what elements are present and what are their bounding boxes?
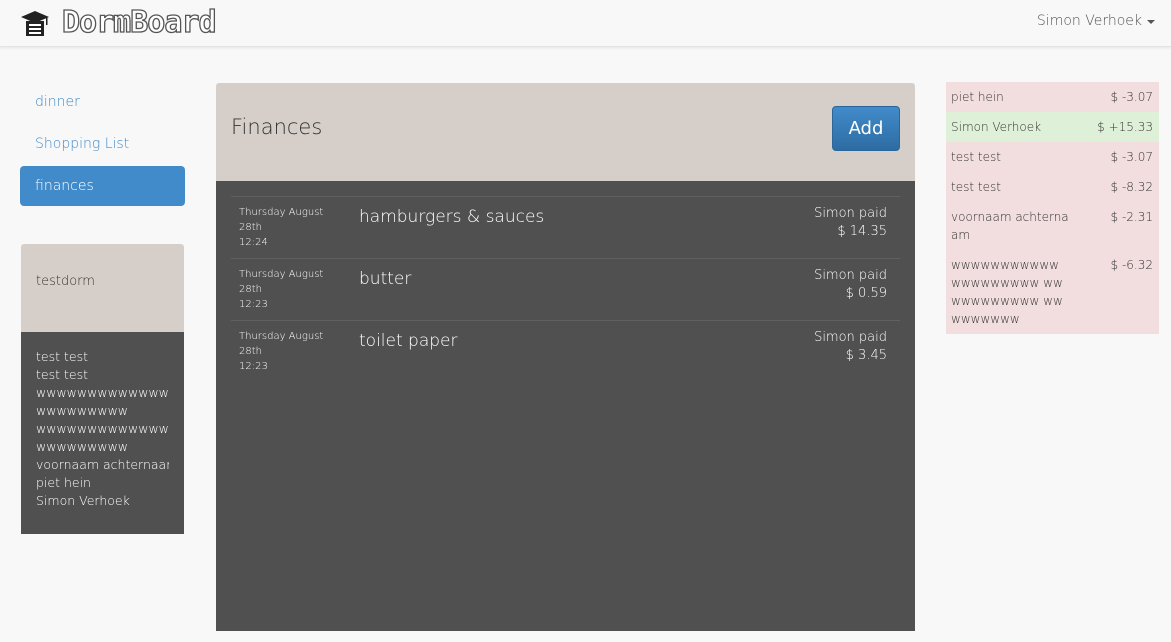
balance-amount: $ -2.31	[1110, 210, 1154, 224]
balance-row: test test $ -3.07	[946, 142, 1159, 172]
balance-name: test test	[951, 180, 1001, 194]
balance-name: voornaam achternaam	[951, 210, 1069, 242]
balance-amount: $ -3.07	[1110, 150, 1154, 164]
balance-row: test test $ -8.32	[946, 172, 1159, 202]
user-name: Simon Verhoek	[1036, 13, 1142, 29]
balance-name: Simon Verhoek	[951, 120, 1042, 134]
transaction-amount: $ 3.45	[845, 348, 887, 363]
transaction-name: hamburgers & sauces	[359, 207, 545, 227]
balance-row: piet hein $ -3.07	[946, 82, 1159, 112]
balance-amount: $ -3.07	[1110, 90, 1154, 104]
transaction-day: 28th	[239, 346, 262, 357]
sidebar-item-shopping-list[interactable]: Shopping List	[20, 124, 185, 164]
transaction-date-text: Thursday August	[239, 269, 324, 280]
balance-row: voornaam achternaam $ -2.31	[946, 202, 1159, 250]
transaction-name: toilet paper	[359, 331, 458, 351]
balance-row: wwwwwwwwwww wwwwwwwww wwwwwwwwwww wwwwww…	[946, 250, 1159, 334]
dorm-member: wwwwwwwww	[36, 403, 129, 418]
dorm-member-list: test test test test wwwwwwwwwwwww wwwwww…	[21, 332, 184, 534]
dorm-member: wwwwwwwww	[36, 439, 129, 454]
transaction-day: 28th	[239, 284, 262, 295]
page-title: Finances	[231, 115, 323, 139]
transaction-date-text: Thursday August	[239, 331, 324, 342]
user-menu-dropdown[interactable]: Simon Verhoek	[1037, 13, 1155, 29]
transaction-date: Thursday August 28th 12:23	[239, 329, 339, 374]
transaction-payer: Simon paid	[814, 268, 887, 283]
transaction-amount: $ 0.59	[845, 286, 887, 301]
navbar: DormBoard Simon Verhoek	[0, 0, 1171, 47]
balance-name: test test	[951, 150, 1001, 164]
transaction-date-text: Thursday August	[239, 207, 324, 218]
transaction-name: butter	[359, 269, 412, 289]
dorm-name: testdorm	[21, 244, 184, 332]
finances-panel: Finances Add Thursday August 28th 12:24 …	[216, 83, 915, 631]
brand-link[interactable]: DormBoard	[20, 4, 217, 41]
transaction-date: Thursday August 28th 12:23	[239, 267, 339, 312]
transaction-date: Thursday August 28th 12:24	[239, 205, 339, 250]
dorm-panel: testdorm test test test test wwwwwwwwwww…	[21, 244, 184, 534]
add-button[interactable]: Add	[832, 106, 900, 151]
graduation-cap-icon	[21, 11, 49, 36]
transaction-row[interactable]: Thursday August 28th 12:23 butter Simon …	[231, 258, 900, 320]
sidebar-item-finances[interactable]: finances	[20, 166, 185, 206]
transaction-payer: Simon paid	[814, 330, 887, 345]
dorm-member: test test	[36, 349, 88, 364]
balance-row: Simon Verhoek $ +15.33	[946, 112, 1159, 142]
dorm-member: wwwwwwwwwwwww	[36, 421, 169, 436]
dorm-member: piet hein	[36, 475, 91, 490]
transaction-payer: Simon paid	[814, 206, 887, 221]
balance-amount: $ -6.32	[1110, 258, 1154, 272]
sidebar-nav: dinner Shopping List finances	[20, 82, 185, 208]
dorm-member: Simon Verhoek	[36, 493, 130, 508]
balance-amount: $ +15.33	[1097, 120, 1153, 134]
sidebar-item-dinner[interactable]: dinner	[20, 82, 185, 122]
balance-amount: $ -8.32	[1110, 180, 1154, 194]
balance-name: wwwwwwwwwww wwwwwwwww wwwwwwwwwww wwwwww…	[951, 258, 1063, 326]
caret-down-icon	[1147, 20, 1155, 24]
transaction-day: 28th	[239, 222, 262, 233]
brand-name: DormBoard	[61, 4, 217, 40]
finances-header: Finances Add	[216, 83, 915, 181]
transaction-time: 12:23	[239, 299, 268, 310]
transaction-time: 12:23	[239, 361, 268, 372]
dorm-member: test test	[36, 367, 88, 382]
dorm-member: wwwwwwwwwwwww	[36, 385, 169, 400]
balance-name: piet hein	[951, 90, 1004, 104]
transaction-row[interactable]: Thursday August 28th 12:24 hamburgers & …	[231, 196, 900, 258]
balances-list: piet hein $ -3.07 Simon Verhoek $ +15.33…	[946, 82, 1159, 334]
transaction-list: Thursday August 28th 12:24 hamburgers & …	[216, 181, 915, 631]
transaction-amount: $ 14.35	[837, 224, 887, 239]
transaction-time: 12:24	[239, 237, 268, 248]
dorm-member: voornaam achternaam	[36, 457, 169, 472]
transaction-row[interactable]: Thursday August 28th 12:23 toilet paper …	[231, 320, 900, 382]
